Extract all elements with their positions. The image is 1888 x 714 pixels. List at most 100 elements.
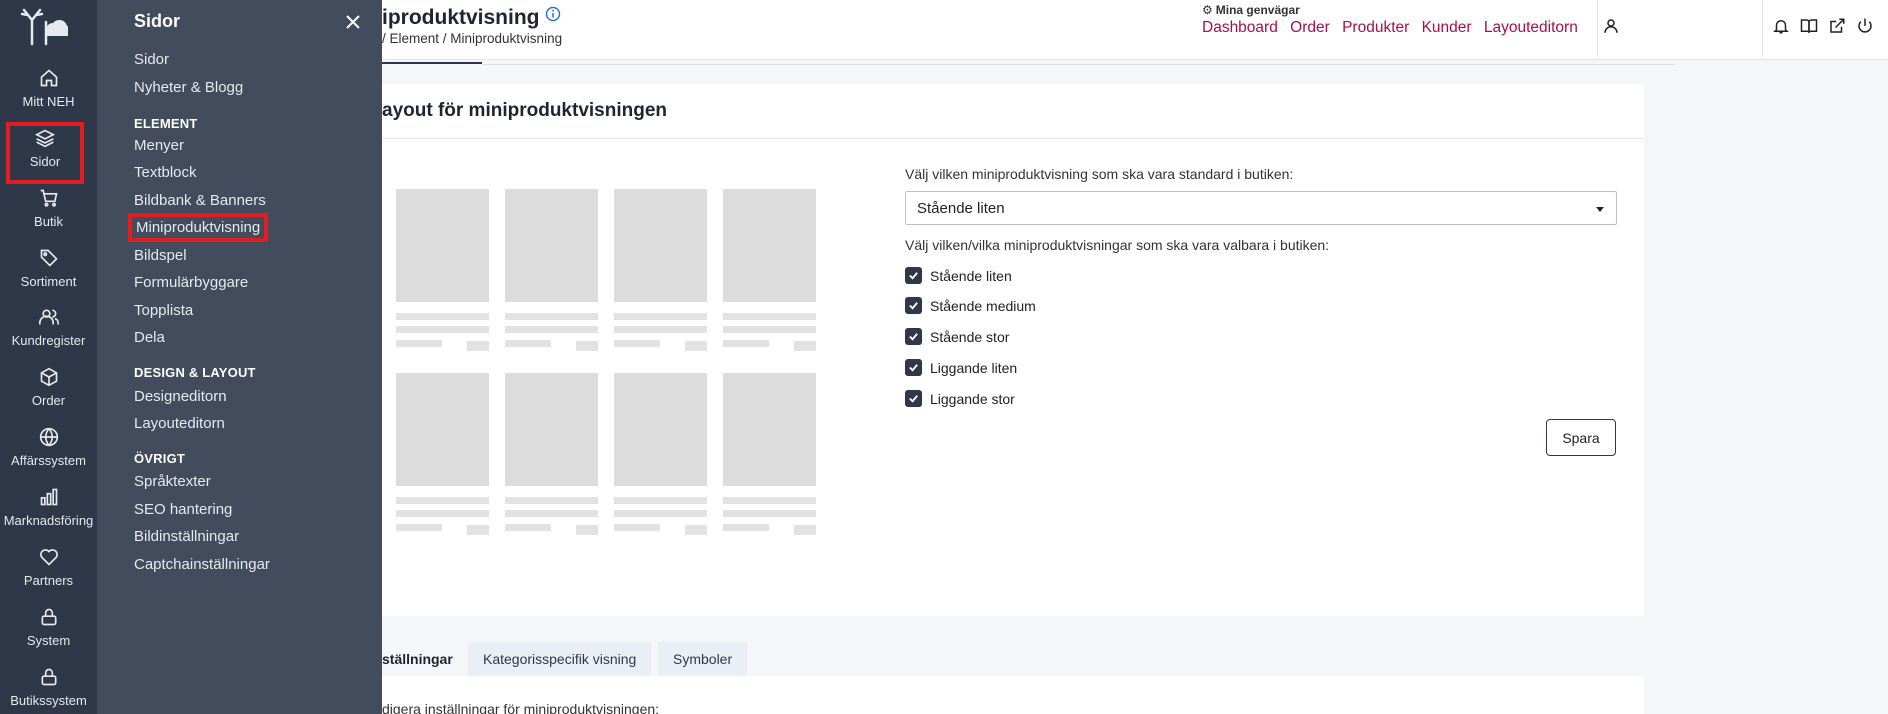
submenu-link-menyer[interactable]: Menyer <box>134 137 184 154</box>
preview-line <box>723 524 769 531</box>
preview-line <box>505 313 598 320</box>
preview-line <box>505 524 551 531</box>
breadcrumb: / Element / Miniproduktvisning <box>382 31 563 46</box>
submenu-link-seo-hantering[interactable]: SEO hantering <box>134 501 232 518</box>
preview-tile <box>723 373 816 486</box>
submenu-link-designeditorn[interactable]: Designeditorn <box>134 388 227 405</box>
submenu-link-bildspel[interactable]: Bildspel <box>134 247 187 264</box>
check-icon <box>909 272 918 280</box>
checkbox-checked[interactable] <box>905 390 922 407</box>
shortcut-order[interactable]: Order <box>1290 19 1330 36</box>
rail-item-butik[interactable]: Butik <box>0 188 97 244</box>
preview-line <box>467 341 489 351</box>
preview-line <box>614 313 707 320</box>
shortcut-produkter[interactable]: Produkter <box>1342 19 1409 36</box>
shortcut-layouteditorn[interactable]: Layouteditorn <box>1484 19 1578 36</box>
power-icon[interactable] <box>1856 17 1874 35</box>
tab-divider <box>482 64 1675 65</box>
submenu-link-miniproduktvisning[interactable]: Miniproduktvisning <box>127 213 269 242</box>
layout-card: ayout för miniproduktvisningen Välj vilk… <box>382 84 1644 616</box>
icon-rail: Mitt NEH Sidor Butik Sortiment Kundregis… <box>0 0 97 714</box>
rail-item-sortiment[interactable]: Sortiment <box>0 248 97 304</box>
submenu-link-topplista[interactable]: Topplista <box>134 302 193 319</box>
preview-line <box>723 313 816 320</box>
rail-item-marknadsforing[interactable]: Marknadsföring <box>0 487 97 543</box>
submenu-link-layouteditorn[interactable]: Layouteditorn <box>134 415 225 432</box>
check-icon <box>909 333 918 341</box>
settings-card: digera inställningar för miniproduktvisn… <box>382 676 1644 714</box>
rail-item-order[interactable]: Order <box>0 367 97 423</box>
rail-item-mitt-neh[interactable]: Mitt NEH <box>0 68 97 124</box>
submenu-link-bildbank-banners[interactable]: Bildbank & Banners <box>134 192 266 209</box>
heart-icon <box>39 549 58 566</box>
save-button[interactable]: Spara <box>1546 419 1616 456</box>
checkbox-checked[interactable] <box>905 359 922 376</box>
info-icon[interactable] <box>545 6 561 22</box>
submenu-link-bildinstallningar[interactable]: Bildinställningar <box>134 528 239 545</box>
rail-item-label: Affärssystem <box>11 453 86 468</box>
box-icon <box>40 367 57 387</box>
default-view-select[interactable]: Stående liten <box>905 191 1617 225</box>
close-icon[interactable] <box>343 12 363 32</box>
cart-icon <box>40 189 58 207</box>
active-tab-underline <box>382 62 482 64</box>
bar-chart-icon <box>40 488 57 506</box>
rail-item-label: Butik <box>34 214 63 229</box>
shortcut-kunder[interactable]: Kunder <box>1422 19 1472 36</box>
rail-item-kundregister[interactable]: Kundregister <box>0 307 97 363</box>
preview-line <box>723 340 769 347</box>
submenu-link-textblock[interactable]: Textblock <box>134 164 197 181</box>
tab-symboler[interactable]: Symboler <box>658 642 748 676</box>
check-icon <box>909 302 918 310</box>
preview-line <box>505 510 598 517</box>
preview-line <box>614 326 707 333</box>
preview-line <box>614 510 707 517</box>
preview-line <box>614 497 707 504</box>
checkbox-checked[interactable] <box>905 267 922 284</box>
submenu-link-dela[interactable]: Dela <box>134 329 165 346</box>
card-header: ayout för miniproduktvisningen <box>382 84 1644 139</box>
preview-line <box>614 340 660 347</box>
rail-item-label: Mitt NEH <box>22 94 75 109</box>
tab-kategorispecifik-visning[interactable]: Kategorisspecifik visning <box>468 642 652 676</box>
submenu-panel: Sidor Sidor Nyheter & Blogg ELEMENT Meny… <box>97 0 382 714</box>
tab-installningar[interactable]: ställningar <box>382 642 466 676</box>
submenu-link-spraktexter[interactable]: Språktexter <box>134 473 211 490</box>
rail-item-label: Marknadsföring <box>3 513 94 528</box>
rail-item-sidor[interactable]: Sidor <box>6 122 84 184</box>
settings-description: digera inställningar för miniproduktvisn… <box>382 701 660 714</box>
logo-icon[interactable] <box>20 6 68 46</box>
preview-line <box>505 340 551 347</box>
submenu-link-captchainstallningar[interactable]: Captchainställningar <box>134 556 270 573</box>
user-icon[interactable] <box>1602 17 1620 35</box>
selectable-views-label: Välj vilken/vilka miniproduktvisningar s… <box>905 237 1330 253</box>
preview-tile <box>505 373 598 486</box>
checkbox-checked[interactable] <box>905 297 922 314</box>
submenu-link-sidor[interactable]: Sidor <box>134 51 169 68</box>
option-label: Stående liten <box>930 268 1012 284</box>
preview-tile <box>396 373 489 486</box>
check-icon <box>909 395 918 403</box>
option-label: Stående medium <box>930 298 1036 314</box>
checkbox-checked[interactable] <box>905 328 922 345</box>
external-link-icon[interactable] <box>1828 17 1846 35</box>
preview-tile <box>396 189 489 302</box>
book-icon[interactable] <box>1800 17 1818 35</box>
bell-icon[interactable] <box>1772 17 1790 35</box>
rail-item-affarssystem[interactable]: Affärssystem <box>0 427 97 483</box>
preview-line <box>396 524 442 531</box>
submenu-link-nyheter-blogg[interactable]: Nyheter & Blogg <box>134 79 243 96</box>
preview-line <box>723 497 816 504</box>
shortcut-dashboard[interactable]: Dashboard <box>1202 19 1278 36</box>
rail-item-partners[interactable]: Partners <box>0 547 97 603</box>
submenu-heading-ovrigt: ÖVRIGT <box>134 451 186 466</box>
rail-item-label: Butikssystem <box>10 693 87 708</box>
preview-line <box>396 326 489 333</box>
preview-tile <box>723 189 816 302</box>
rail-item-system[interactable]: System <box>0 607 97 663</box>
preview-line <box>614 524 660 531</box>
header-divider <box>1597 0 1598 58</box>
option-label: Stående stor <box>930 329 1010 345</box>
rail-item-butikssystem[interactable]: Butikssystem <box>0 667 97 714</box>
submenu-link-formularbyggare[interactable]: Formulärbyggare <box>134 274 248 291</box>
